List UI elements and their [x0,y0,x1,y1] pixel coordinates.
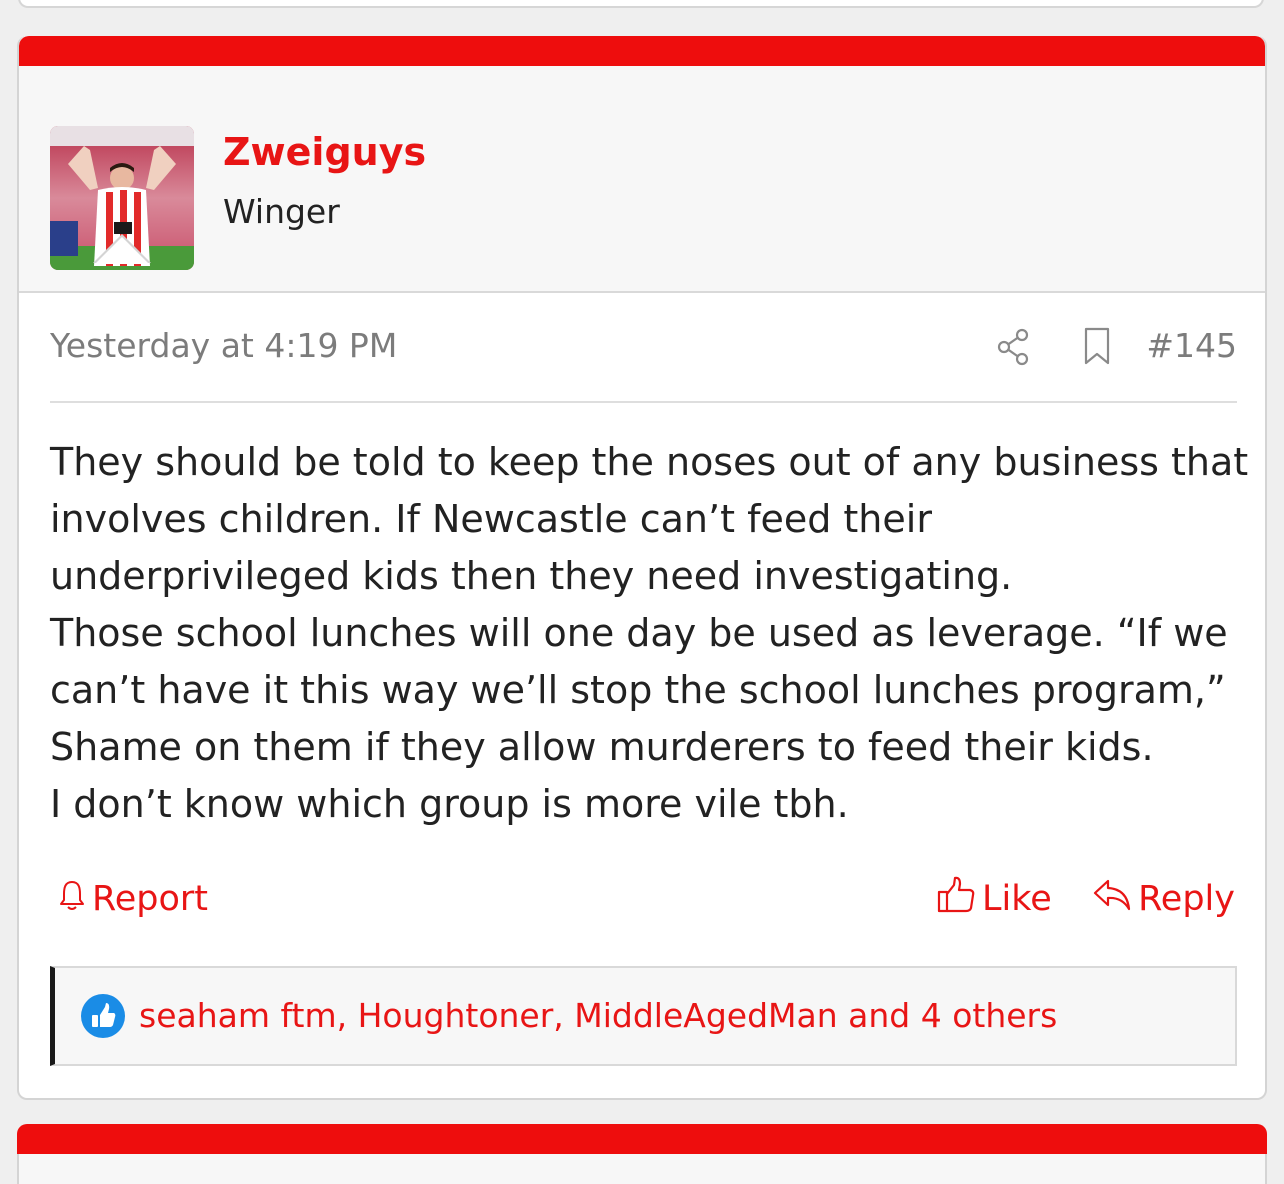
next-post-card [17,1154,1267,1184]
user-title: Winger [223,192,340,231]
post-top-bar [19,36,1265,66]
post-number[interactable]: #145 [1146,326,1237,365]
post-date[interactable]: Yesterday at 4:19 PM [50,326,397,365]
post-actions-row: Report Like Reply [50,874,1237,924]
like-label: Like [982,879,1052,919]
message-line: involves children. If Newcastle can’t fe… [50,497,932,541]
reply-button[interactable]: Reply [1092,874,1235,924]
message-line: Shame on them if they allow murderers to… [50,725,1154,769]
reply-arrow-icon [1092,877,1132,922]
next-post-top-bar [17,1124,1267,1154]
post-username[interactable]: Zweiguys [223,130,426,174]
report-button[interactable]: Report [58,874,208,924]
message-line: They should be told to keep the noses ou… [50,440,1249,484]
previous-post-card [18,0,1264,8]
reply-label: Reply [1138,879,1235,919]
bookmark-icon[interactable] [1080,326,1114,366]
post-meta-row: Yesterday at 4:19 PM #145 [50,326,1237,366]
user-block-pointer-inner [95,237,149,264]
message-line: underprivileged kids then they need inve… [50,554,1013,598]
meta-divider [50,401,1237,403]
message-line: can’t have it this way we’ll stop the sc… [50,668,1226,712]
bell-icon [58,878,86,921]
message-line: I don’t know which group is more vile tb… [50,782,849,826]
message-line: Those school lunches will one day be use… [50,611,1228,655]
report-label: Report [92,879,209,919]
like-button[interactable]: Like [936,874,1052,924]
share-icon[interactable] [996,326,1032,366]
reaction-users-link[interactable]: seaham ftm, Houghtoner, MiddleAgedMan an… [139,994,1057,1038]
post-message-body: They should be told to keep the noses ou… [50,434,1249,833]
reactions-bar: seaham ftm, Houghtoner, MiddleAgedMan an… [50,966,1237,1066]
like-reaction-icon [81,994,125,1038]
forum-post: Zweiguys Winger Yesterday at 4:19 PM #14… [17,36,1267,1100]
user-info-block: Zweiguys Winger [19,66,1265,293]
thumbs-up-icon [936,875,976,924]
